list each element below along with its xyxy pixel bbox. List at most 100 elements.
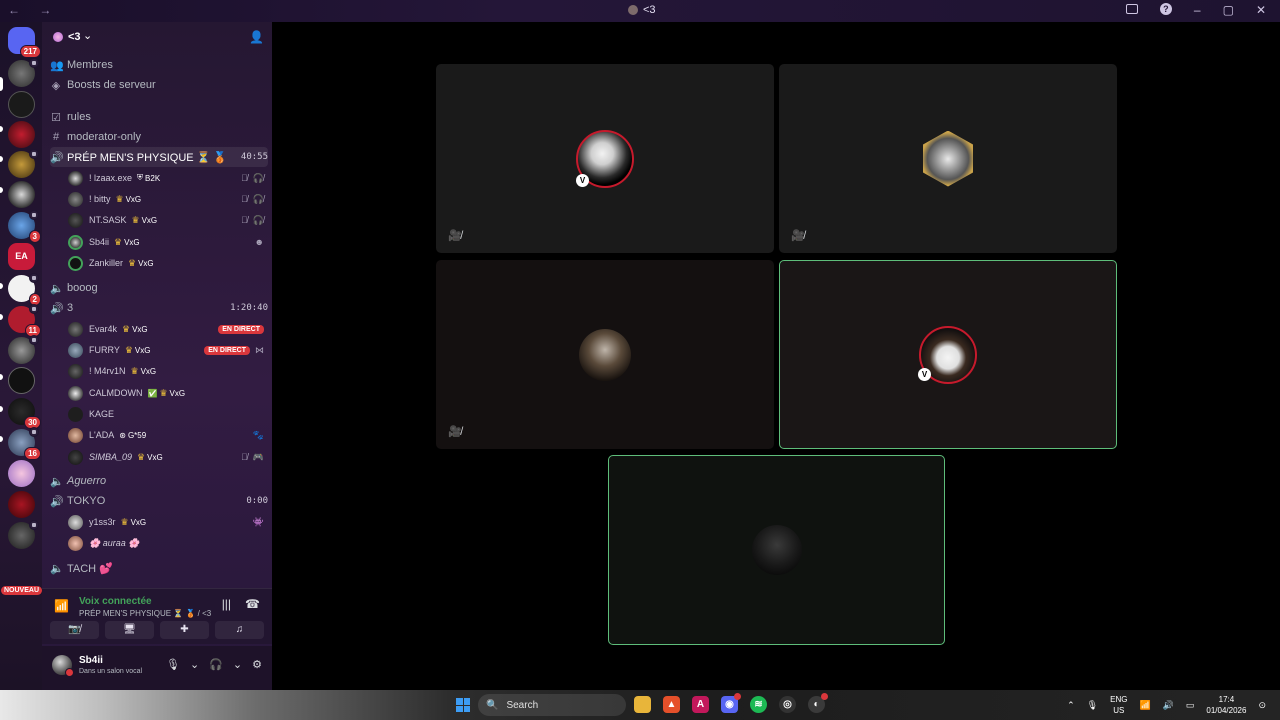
- file-explorer-icon[interactable]: [634, 696, 651, 713]
- participant-tile-speaking[interactable]: V: [779, 260, 1117, 449]
- voice-user[interactable]: Zankiller ♛ VxG: [68, 253, 264, 273]
- voice-user[interactable]: CALMDOWN ✅ ♛ VxG: [68, 383, 264, 403]
- help-icon[interactable]: ?: [1159, 3, 1172, 15]
- activities-button[interactable]: ✚: [160, 621, 209, 639]
- voice-user[interactable]: FURRY ♛ VxG EN DIRECT ⋈: [68, 340, 264, 360]
- server-icon[interactable]: 2: [8, 273, 41, 306]
- chevron-down-icon[interactable]: ⌄: [190, 658, 199, 671]
- server-icon[interactable]: [8, 121, 35, 148]
- avatar[interactable]: [52, 655, 74, 677]
- microphone-icon[interactable]: 🎙: [1087, 700, 1098, 711]
- server-icon[interactable]: [8, 520, 39, 549]
- wifi-icon[interactable]: 📶: [1139, 700, 1150, 711]
- server-icon[interactable]: [8, 58, 39, 87]
- voice-channel-aguerro[interactable]: 🔈 Aguerro: [50, 471, 268, 491]
- voice-connection-panel: 📶 Voix connectée PRÉP MEN'S PHYSIQUE ⏳ 🥉…: [42, 588, 272, 644]
- volume-icon[interactable]: 🔊: [1163, 700, 1174, 711]
- nav-arrows[interactable]: ← →: [8, 3, 59, 17]
- participant-tile[interactable]: V 🎥̸: [436, 64, 774, 253]
- microphone-icon[interactable]: 🎙: [166, 658, 180, 671]
- participant-tile[interactable]: 🎥̸: [436, 260, 774, 449]
- voice-status[interactable]: Voix connectée: [79, 596, 152, 607]
- notification-icon[interactable]: ⊙: [1258, 700, 1266, 711]
- channel-members[interactable]: 👥 Membres: [50, 55, 268, 75]
- voice-user[interactable]: y1ss3r ♛ VxG 👾: [68, 512, 264, 532]
- server-icon[interactable]: 11: [8, 304, 41, 337]
- checkbox-icon: ☑: [51, 111, 61, 124]
- voice-user[interactable]: ! M4rv1N ♛ VxG: [68, 361, 264, 381]
- brave-icon[interactable]: ▲: [663, 696, 680, 713]
- voice-user[interactable]: L'ADA ⊛ G*59 🐾: [68, 425, 264, 445]
- voice-user[interactable]: 🌸 auraa 🌸: [68, 533, 264, 553]
- server-icon[interactable]: 30: [8, 398, 41, 429]
- participant-tile-speaking[interactable]: [608, 455, 945, 645]
- voice-user[interactable]: ! lzaax.exe ⛨ B2K 🎙̸ 🎧̸: [68, 168, 264, 188]
- avatar: [68, 321, 83, 337]
- server-icon[interactable]: [8, 149, 39, 178]
- speaker-icon: 🔈: [50, 282, 64, 295]
- steam-icon[interactable]: ◐: [808, 693, 828, 713]
- avatar: [68, 342, 83, 358]
- inbox-icon[interactable]: [1125, 4, 1138, 14]
- voice-user[interactable]: SIMBA_09 ♛ VxG 🎙̸ 🎮: [68, 447, 264, 467]
- avatar: [68, 212, 83, 228]
- server-icon[interactable]: EA: [8, 243, 35, 270]
- crown-icon: ♛: [130, 365, 139, 376]
- signal-icon[interactable]: 📶: [54, 599, 69, 613]
- taskbar-search[interactable]: 🔍 Search: [478, 694, 626, 716]
- server-icon[interactable]: [8, 367, 35, 394]
- username[interactable]: Sb4ii: [79, 655, 103, 666]
- screen-share-button[interactable]: 🖥: [105, 621, 154, 639]
- channel-rules[interactable]: ☑ rules: [50, 107, 268, 127]
- server-icon[interactable]: [8, 460, 35, 487]
- server-icon[interactable]: 3: [8, 210, 41, 243]
- noise-suppression-icon[interactable]: |||: [222, 597, 231, 611]
- voice-user[interactable]: Sb4ii ♛ VxG ☻: [68, 232, 264, 252]
- avatar: [68, 191, 83, 207]
- voice-channel-path[interactable]: PRÉP MEN'S PHYSIQUE ⏳ 🥉 / <3: [79, 609, 211, 618]
- disconnect-icon[interactable]: ☎: [245, 597, 260, 611]
- spotify-icon[interactable]: ≋: [750, 696, 767, 713]
- close-button[interactable]: ✕: [1256, 3, 1266, 17]
- channel-boosts[interactable]: ◈ Boosts de serveur: [50, 75, 268, 95]
- start-button[interactable]: [456, 698, 470, 712]
- server-icon[interactable]: [8, 491, 35, 518]
- chevron-up-icon[interactable]: ⌃: [1067, 700, 1075, 711]
- voice-user[interactable]: Evar4k ♛ VxG EN DIRECT: [68, 319, 264, 339]
- headphones-icon[interactable]: 🎧: [209, 658, 223, 671]
- activity-icon: 🐾: [252, 429, 264, 440]
- invite-icon[interactable]: 👤: [249, 30, 264, 44]
- camera-button[interactable]: 📷̸: [50, 621, 99, 639]
- voice-channel-3[interactable]: 🔊 3 1:20:40: [50, 298, 268, 318]
- channel-moderator-only[interactable]: # moderator-only: [50, 127, 268, 147]
- muted-icon: 🎙̸: [241, 215, 248, 225]
- discord-icon[interactable]: ◉: [721, 693, 741, 713]
- server-icon[interactable]: [8, 181, 35, 208]
- guild-header[interactable]: <3 ⌄ 👤: [42, 22, 272, 52]
- settings-gear-icon[interactable]: ⚙: [252, 658, 262, 671]
- server-icon[interactable]: 16: [8, 427, 41, 460]
- voice-channel-tokyo[interactable]: 🔊 TOKYO 0:00: [50, 491, 268, 511]
- app-icon[interactable]: ◎: [779, 696, 796, 713]
- voice-channel-booog[interactable]: 🔈 booog: [50, 278, 268, 298]
- maximize-button[interactable]: ▢: [1223, 3, 1234, 17]
- battery-icon[interactable]: ▭: [1186, 700, 1195, 711]
- voice-user[interactable]: NT.SASK ♛ VxG 🎙̸ 🎧̸: [68, 210, 264, 230]
- minimize-button[interactable]: –: [1194, 3, 1201, 17]
- server-home-icon[interactable]: 217: [8, 27, 41, 58]
- server-icon[interactable]: [8, 335, 39, 364]
- voice-channel-tach[interactable]: 🔈 TACH 💕: [50, 558, 268, 578]
- affinity-icon[interactable]: A: [692, 696, 709, 713]
- server-icon[interactable]: [8, 91, 35, 118]
- taskbar-apps: ▲ A ◉ ≋ ◎ ◐: [634, 693, 828, 713]
- voice-user[interactable]: ! bitty ♛ VxG 🎙̸ 🎧̸: [68, 189, 264, 209]
- participant-tile[interactable]: 🎥̸: [779, 64, 1117, 253]
- server-badge: 217: [19, 45, 41, 58]
- avatar: [68, 449, 83, 465]
- voice-user[interactable]: KAGE: [68, 404, 264, 424]
- clock[interactable]: 17:4 01/04/2026: [1206, 694, 1246, 716]
- chevron-down-icon[interactable]: ⌄: [233, 658, 242, 671]
- language-indicator[interactable]: ENG US: [1110, 694, 1127, 716]
- voice-channel-prep[interactable]: 🔊 PRÉP MEN'S PHYSIQUE ⏳ 🥉 40:55: [50, 147, 268, 167]
- soundboard-button[interactable]: ♫: [215, 621, 264, 639]
